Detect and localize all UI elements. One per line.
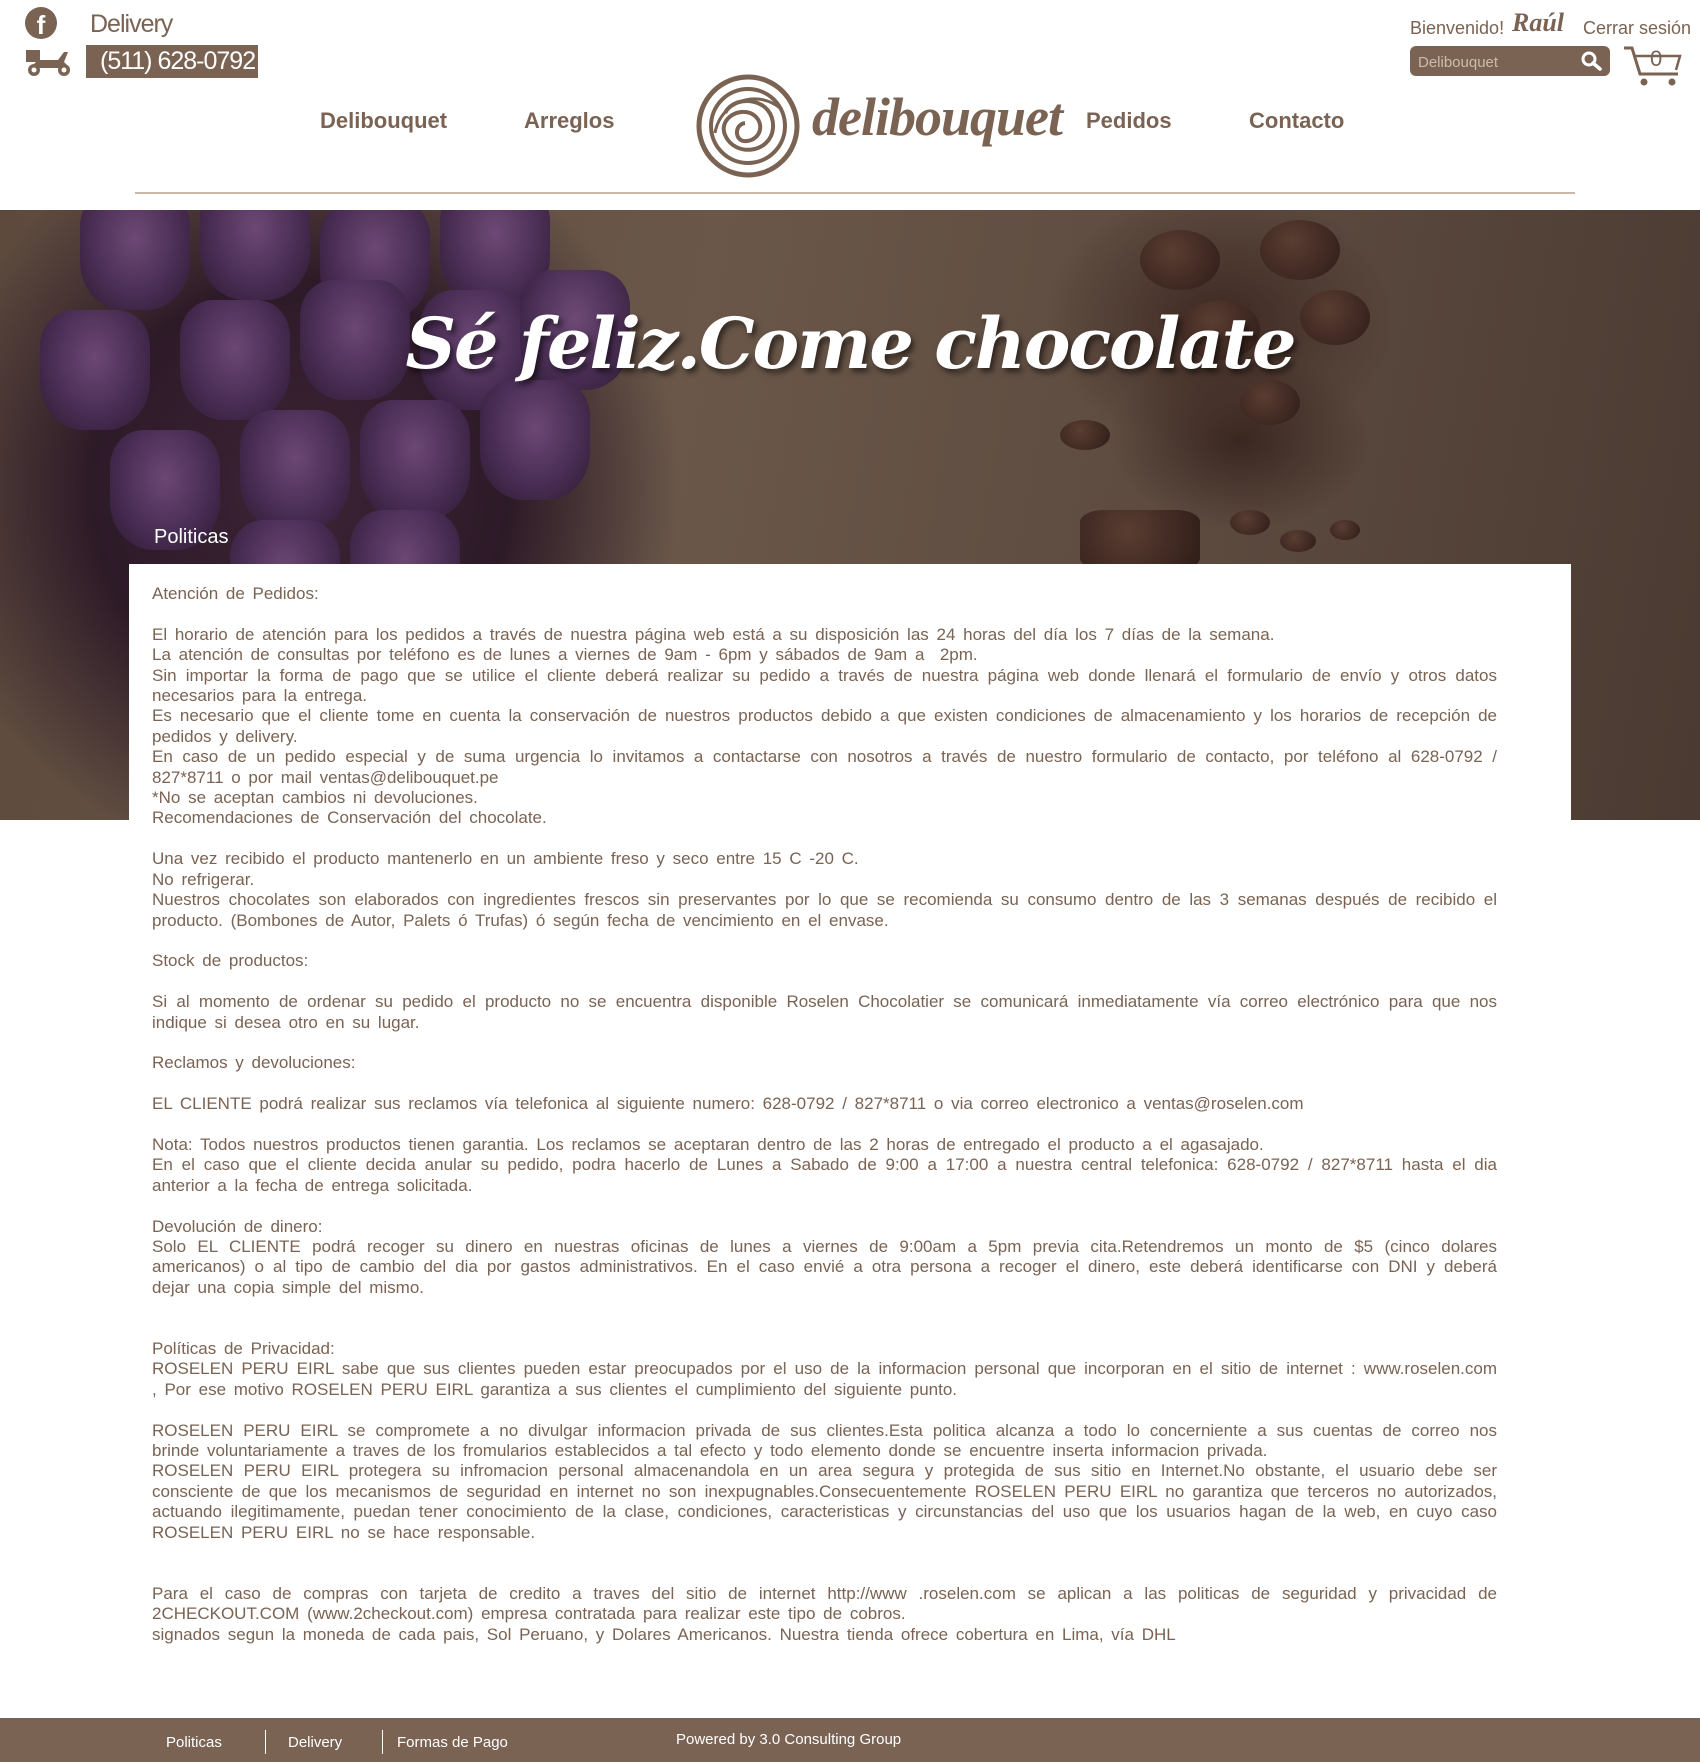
nav-divider [135,192,1575,194]
facebook-icon[interactable]: f [25,7,57,40]
nav-contacto[interactable]: Contacto [1249,108,1344,134]
nav-arreglos[interactable]: Arreglos [524,108,614,134]
nav-delibouquet[interactable]: Delibouquet [320,108,447,134]
delivery-label: Delivery [90,10,173,38]
delivery-scooter-icon [26,50,70,76]
logout-link[interactable]: Cerrar sesión [1583,18,1691,39]
section-label: Politicas [154,526,229,548]
footer-link-politicas[interactable]: Politicas [166,1734,222,1751]
search-box [1410,46,1610,76]
search-input[interactable] [1416,50,1580,74]
cart-count: 0 [1650,46,1663,71]
username: Raúl [1512,8,1565,37]
footer-powered-by: Powered by 3.0 Consulting Group [676,1731,902,1748]
phone-number[interactable]: (511) 628-0792 [86,45,258,78]
footer-separator [382,1730,383,1754]
footer: Politicas Delivery Formas de Pago Powere… [0,1718,1700,1762]
policies-text: Atención de Pedidos: El horario de atenc… [152,584,1497,1644]
logo-rose-icon[interactable] [695,73,801,179]
footer-link-formas-de-pago[interactable]: Formas de Pago [397,1734,508,1751]
search-icon[interactable] [1580,51,1602,71]
footer-link-delivery[interactable]: Delivery [288,1734,342,1751]
nav-pedidos[interactable]: Pedidos [1086,108,1172,134]
footer-separator [265,1730,266,1754]
logo-text[interactable]: delibouquet [812,86,1063,148]
welcome-text: Bienvenido! [1410,18,1505,38]
policies-content: Atención de Pedidos: El horario de atenc… [129,564,1571,1666]
hero-title: Sé feliz.Come chocolate [405,302,1296,385]
